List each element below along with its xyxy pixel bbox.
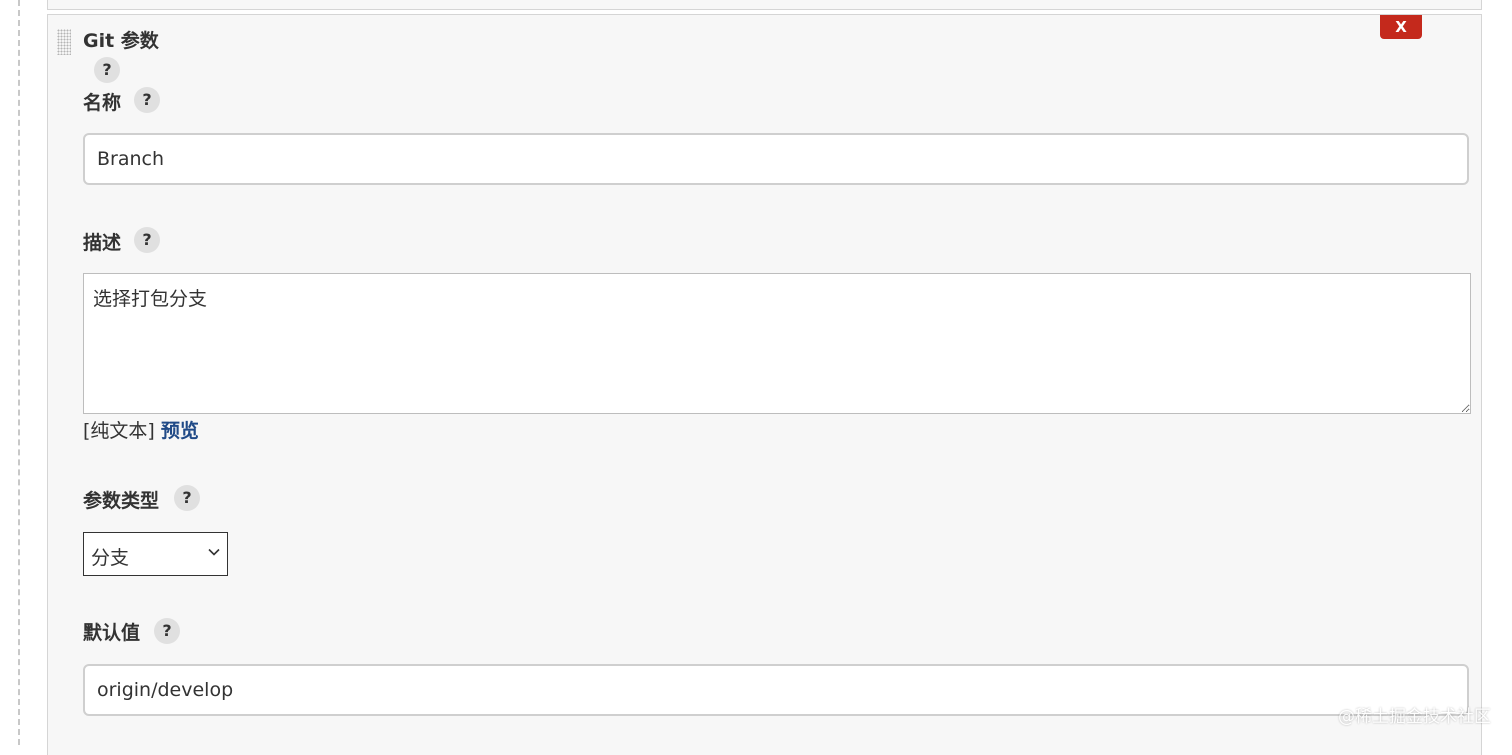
page-left-dashed-border	[18, 0, 20, 745]
param-type-selected-value: 分支	[91, 547, 130, 569]
name-label: 名称	[83, 92, 122, 114]
preview-link[interactable]: 预览	[161, 420, 199, 442]
chevron-down-icon	[208, 548, 220, 556]
param-type-select[interactable]: 分支	[83, 532, 228, 576]
default-value-input[interactable]	[83, 664, 1469, 716]
git-parameter-panel: X Git 参数 ? 名称 ? 描述 ? 选择打包分支 [纯文本] 预览 参数类…	[47, 14, 1482, 755]
section-title: Git 参数	[83, 30, 159, 52]
default-value-label: 默认值	[83, 622, 141, 644]
param-type-label: 参数类型	[83, 490, 160, 512]
default-value-help-icon[interactable]: ?	[154, 618, 180, 644]
description-label: 描述	[83, 232, 122, 254]
name-input[interactable]	[83, 133, 1469, 185]
description-help-icon[interactable]: ?	[134, 227, 160, 253]
delete-parameter-button[interactable]: X	[1380, 15, 1422, 39]
description-textarea[interactable]: 选择打包分支	[83, 273, 1471, 414]
previous-parameter-block	[47, 0, 1482, 10]
drag-handle-icon[interactable]	[57, 29, 71, 55]
watermark: @稀土掘金技术社区	[1338, 707, 1491, 727]
param-type-help-icon[interactable]: ?	[174, 485, 200, 511]
name-help-icon[interactable]: ?	[134, 87, 160, 113]
help-icon[interactable]: ?	[94, 57, 120, 83]
description-format-line: [纯文本] 预览	[83, 416, 199, 443]
plain-text-format-label: [纯文本]	[83, 420, 155, 442]
